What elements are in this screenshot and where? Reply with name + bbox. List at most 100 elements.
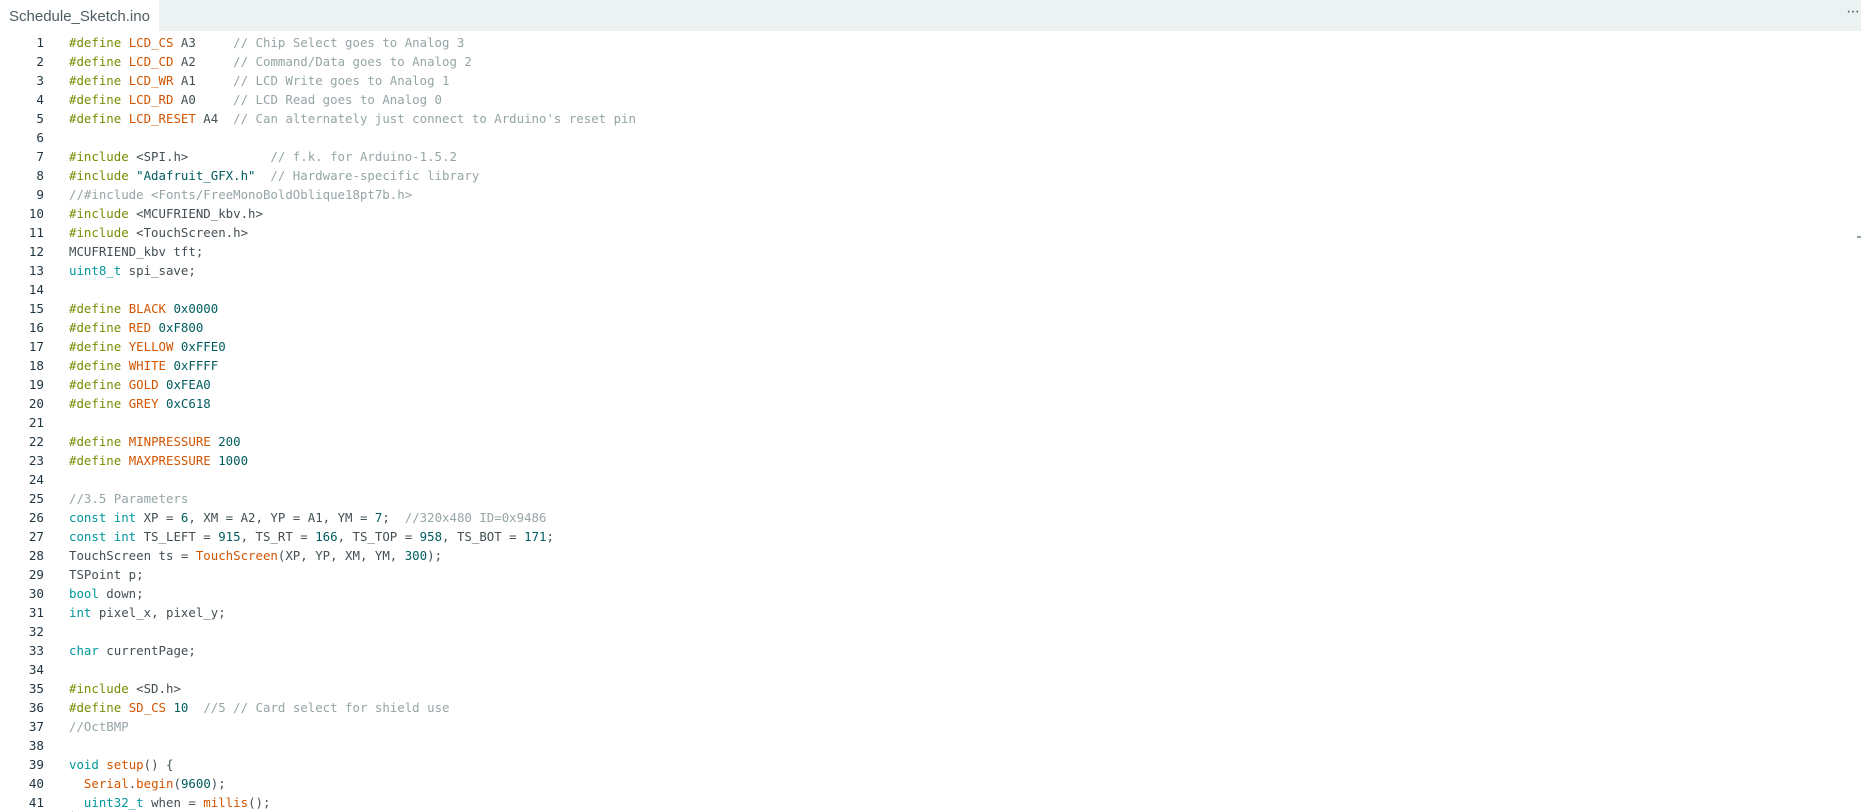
code-line[interactable]: 2 #define LCD_CD A2 // Command/Data goes … <box>0 52 1861 71</box>
code-line[interactable]: 13 uint8_t spi_save; <box>0 261 1861 280</box>
code-token: #define <box>69 396 129 411</box>
code-line[interactable]: 40 Serial.begin(9600); <box>0 774 1861 793</box>
code-text: #define LCD_WR A1 // LCD Write goes to A… <box>69 71 449 90</box>
code-token: begin <box>136 776 174 791</box>
code-line[interactable]: 14 <box>0 280 1861 299</box>
code-token: #define <box>69 339 129 354</box>
code-token: uint8_t <box>69 263 122 278</box>
line-number: 2 <box>36 54 44 69</box>
code-token: A0 <box>173 92 234 107</box>
code-line[interactable]: 11 #include <TouchScreen.h> <box>0 223 1861 242</box>
code-line[interactable]: 21 <box>0 413 1861 432</box>
code-text: #include "Adafruit_GFX.h" // Hardware-sp… <box>69 166 479 185</box>
code-token: 958 <box>419 529 443 544</box>
code-line[interactable]: 33 char currentPage; <box>0 641 1861 660</box>
code-line[interactable]: 1 #define LCD_CS A3 // Chip Select goes t… <box>0 33 1861 52</box>
code-text: //3.5 Parameters <box>69 489 188 508</box>
code-line[interactable]: 10 #include <MCUFRIEND_kbv.h> <box>0 204 1861 223</box>
code-token: <SD.h> <box>136 681 181 696</box>
code-token: ( <box>173 776 181 791</box>
code-line[interactable]: 28 TouchScreen ts = TouchScreen(XP, YP, X… <box>0 546 1861 565</box>
code-token: "Adafruit_GFX.h" <box>136 168 256 183</box>
line-number: 4 <box>36 92 44 107</box>
code-text: #include <TouchScreen.h> <box>69 223 248 242</box>
code-text: TouchScreen ts = TouchScreen(XP, YP, XM,… <box>69 546 442 565</box>
code-line[interactable]: 39 void setup() { <box>0 755 1861 774</box>
code-line[interactable]: 31 int pixel_x, pixel_y; <box>0 603 1861 622</box>
code-line[interactable]: 38 <box>0 736 1861 755</box>
line-number: 31 <box>28 605 44 620</box>
code-token: , TS_BOT = <box>442 529 525 544</box>
code-token: const int <box>69 529 137 544</box>
code-line[interactable]: 19 #define GOLD 0xFEA0 <box>0 375 1861 394</box>
code-line[interactable]: 7 #include <SPI.h> // f.k. for Arduino-1.… <box>0 147 1861 166</box>
line-number: 16 <box>28 320 44 335</box>
more-options-icon[interactable]: ··· <box>1846 0 1860 28</box>
code-line[interactable]: 32 <box>0 622 1861 641</box>
code-line[interactable]: 20 #define GREY 0xC618 <box>0 394 1861 413</box>
code-token: TouchScreen ts = <box>69 548 196 563</box>
code-token: (XP, YP, XM, YM, <box>277 548 405 563</box>
line-number: 39 <box>28 757 44 772</box>
code-line[interactable]: 41 uint32_t when = millis(); <box>0 793 1861 812</box>
code-text: #define LCD_RESET A4 // Can alternately … <box>69 109 636 128</box>
code-token: spi_save; <box>121 263 196 278</box>
code-line[interactable]: 30 bool down; <box>0 584 1861 603</box>
code-token: #include <box>69 681 137 696</box>
tab-schedule-sketch[interactable]: Schedule_Sketch.ino <box>0 0 159 31</box>
code-token: //OctBMP <box>69 719 129 734</box>
code-line[interactable]: 5 #define LCD_RESET A4 // Can alternately… <box>0 109 1861 128</box>
code-line[interactable]: 6 <box>0 128 1861 147</box>
code-line[interactable]: 34 <box>0 660 1861 679</box>
code-text: uint8_t spi_save; <box>69 261 196 280</box>
code-line[interactable]: 35 #include <SD.h> <box>0 679 1861 698</box>
code-text: Serial.begin(9600); <box>69 774 226 793</box>
code-editor[interactable]: 1 #define LCD_CS A3 // Chip Select goes t… <box>0 31 1861 812</box>
code-line[interactable]: 9 //#include <Fonts/FreeMonoBoldOblique18… <box>0 185 1861 204</box>
line-number: 15 <box>28 301 44 316</box>
code-text: const int TS_LEFT = 915, TS_RT = 166, TS… <box>69 527 554 546</box>
line-number: 36 <box>28 700 44 715</box>
code-line[interactable]: 15 #define BLACK 0x0000 <box>0 299 1861 318</box>
code-line[interactable]: 29 TSPoint p; <box>0 565 1861 584</box>
code-token: #define <box>69 35 129 50</box>
code-token: down; <box>98 586 144 601</box>
code-line[interactable]: 17 #define YELLOW 0xFFE0 <box>0 337 1861 356</box>
code-token: #define <box>69 700 129 715</box>
code-token: <MCUFRIEND_kbv.h> <box>136 206 263 221</box>
code-token: TouchScreen <box>195 548 278 563</box>
code-line[interactable]: 12 MCUFRIEND_kbv tft; <box>0 242 1861 261</box>
code-line[interactable]: 36 #define SD_CS 10 //5 // Card select fo… <box>0 698 1861 717</box>
code-line[interactable]: 18 #define WHITE 0xFFFF <box>0 356 1861 375</box>
tab-bar: Schedule_Sketch.ino ··· <box>0 0 1861 31</box>
code-token: #define <box>69 54 129 69</box>
line-number: 9 <box>36 187 44 202</box>
line-number: 10 <box>28 206 44 221</box>
code-line[interactable]: 26 const int XP = 6, XM = A2, YP = A1, YM… <box>0 508 1861 527</box>
code-token: A1 <box>173 73 234 88</box>
code-token: <TouchScreen.h> <box>136 225 249 240</box>
code-token: , TS_RT = <box>240 529 316 544</box>
code-line[interactable]: 8 #include "Adafruit_GFX.h" // Hardware-s… <box>0 166 1861 185</box>
code-line[interactable]: 3 #define LCD_WR A1 // LCD Write goes to … <box>0 71 1861 90</box>
code-token: 9600 <box>180 776 211 791</box>
code-text: #define LCD_RD A0 // LCD Read goes to An… <box>69 90 442 109</box>
code-line[interactable]: 23 #define MAXPRESSURE 1000 <box>0 451 1861 470</box>
code-token: 171 <box>524 529 547 544</box>
code-line[interactable]: 27 const int TS_LEFT = 915, TS_RT = 166, … <box>0 527 1861 546</box>
line-number: 26 <box>28 510 44 525</box>
line-number: 20 <box>28 396 44 411</box>
code-line[interactable]: 22 #define MINPRESSURE 200 <box>0 432 1861 451</box>
line-number: 28 <box>28 548 44 563</box>
code-token: currentPage; <box>98 643 196 658</box>
code-line[interactable]: 24 <box>0 470 1861 489</box>
code-line[interactable]: 4 #define LCD_RD A0 // LCD Read goes to A… <box>0 90 1861 109</box>
code-token: MCUFRIEND_kbv tft; <box>69 244 204 259</box>
code-line[interactable]: 25 //3.5 Parameters <box>0 489 1861 508</box>
code-line[interactable]: 16 #define RED 0xF800 <box>0 318 1861 337</box>
code-text: //#include <Fonts/FreeMonoBoldOblique18p… <box>69 185 412 204</box>
code-line[interactable]: 37 //OctBMP <box>0 717 1861 736</box>
line-number: 29 <box>28 567 44 582</box>
code-text: int pixel_x, pixel_y; <box>69 603 226 622</box>
